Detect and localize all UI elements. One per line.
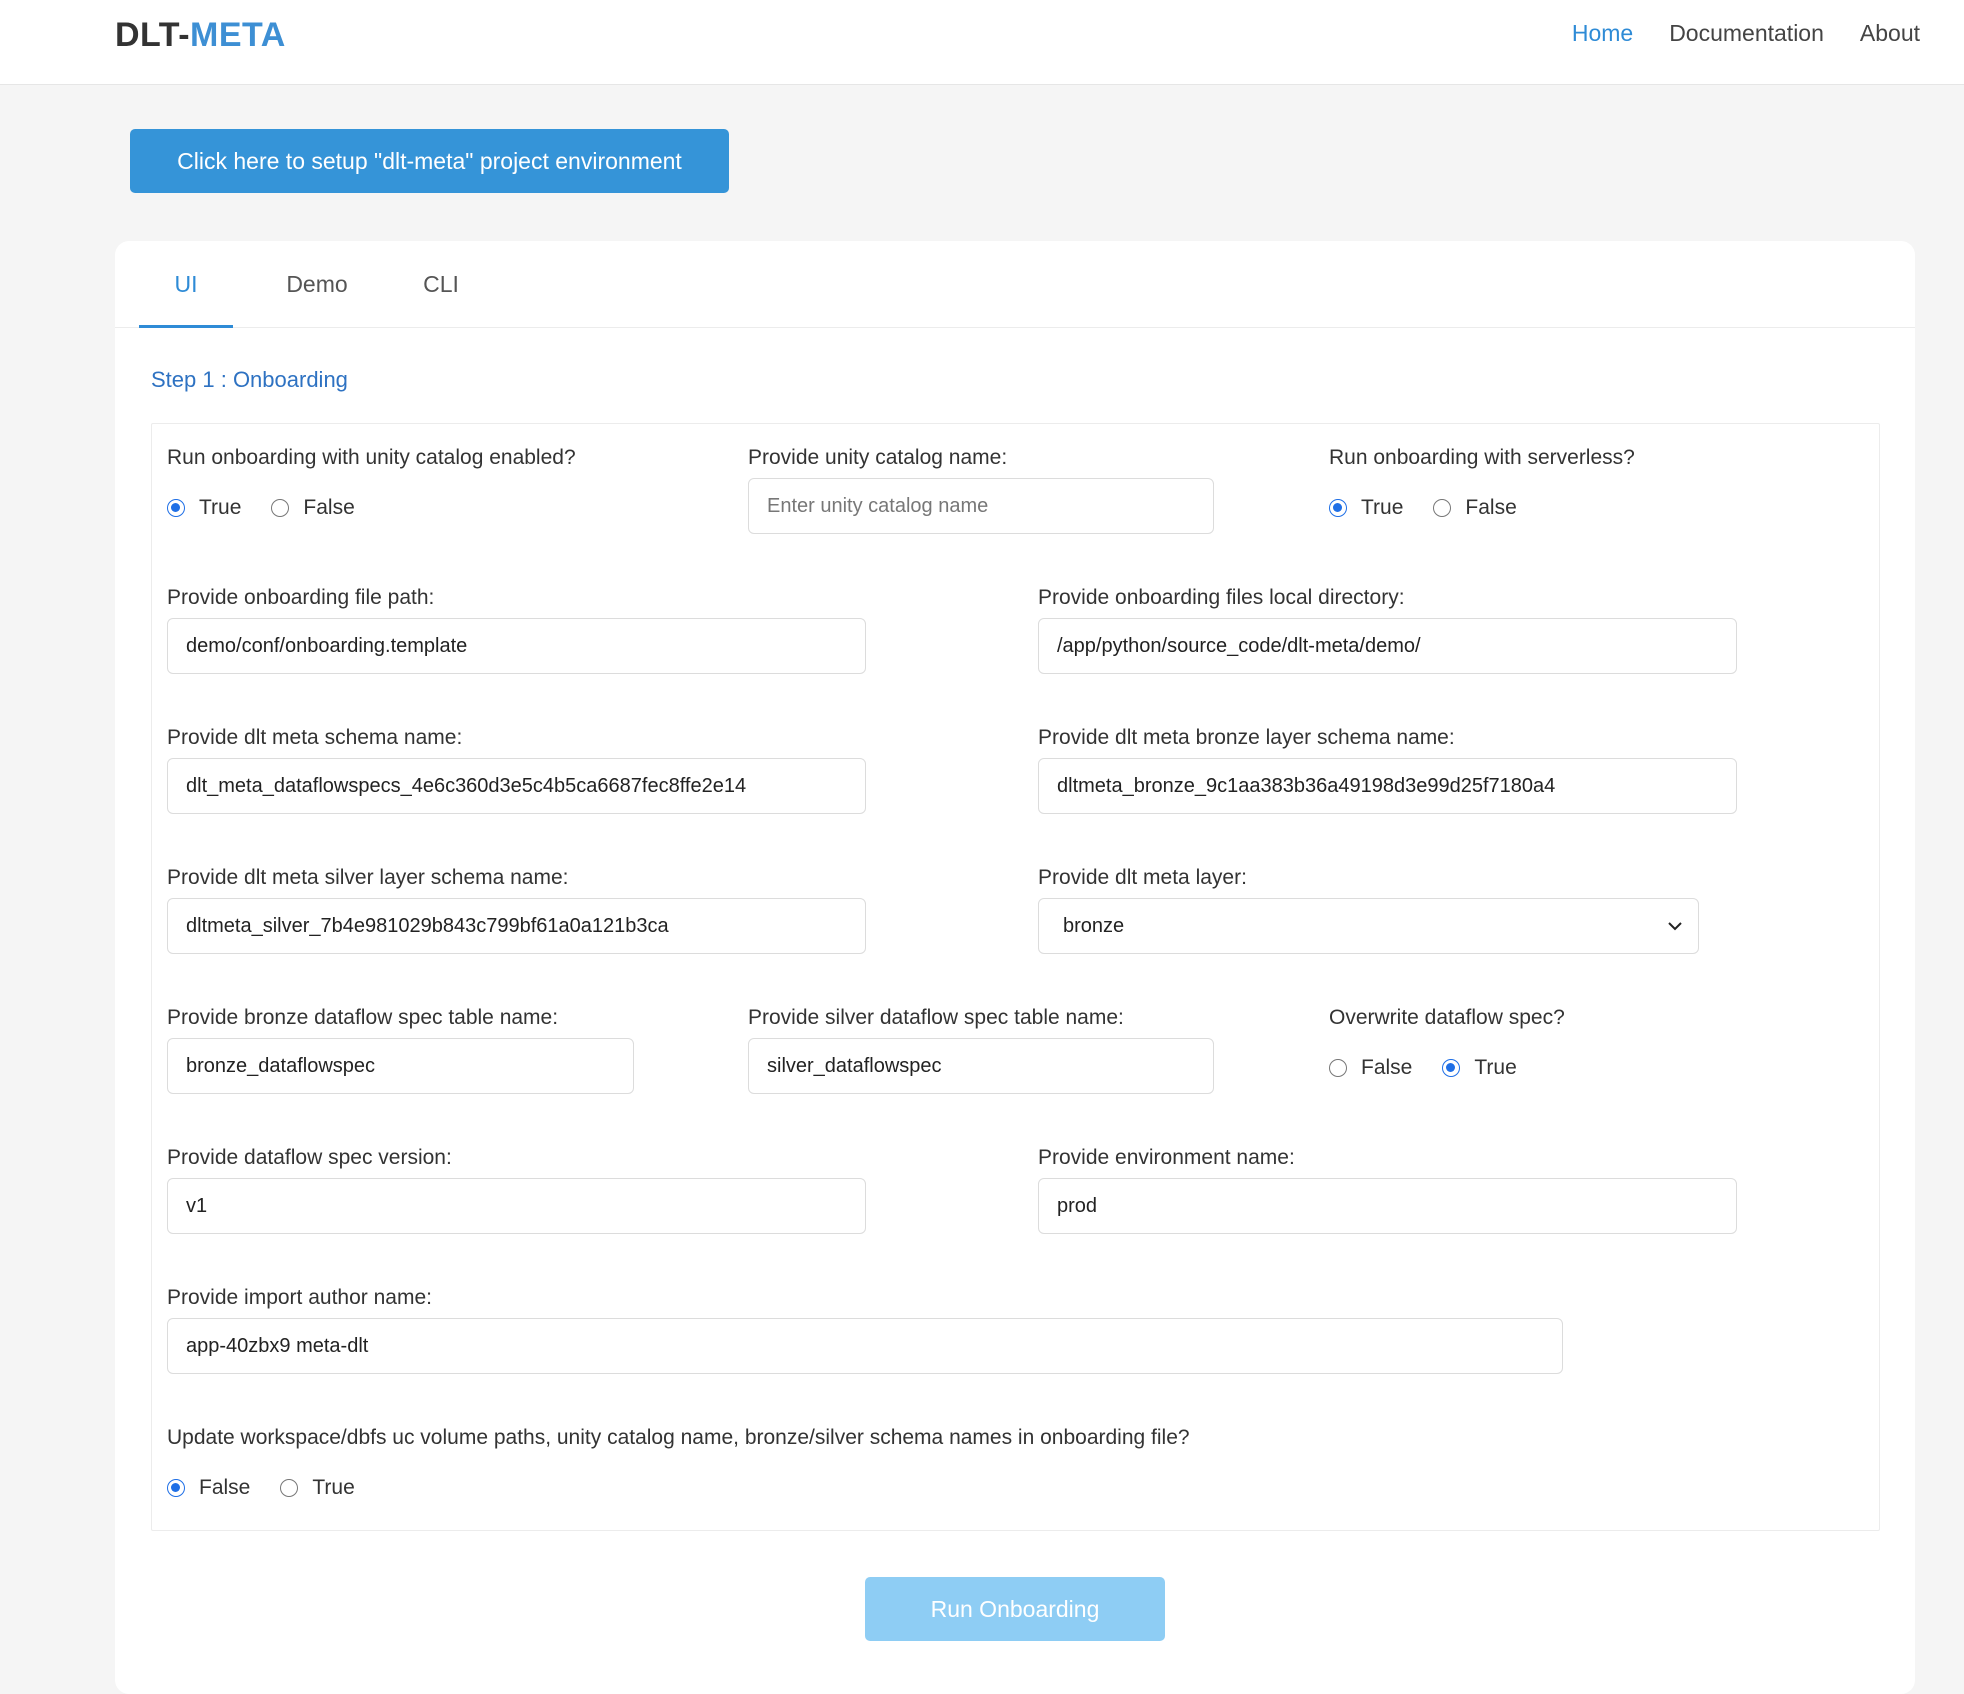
run-onboarding-button[interactable]: Run Onboarding [865, 1577, 1165, 1641]
nav-links: Home Documentation About [1572, 20, 1920, 47]
tab-demo[interactable]: Demo [247, 241, 387, 328]
author-input[interactable] [167, 1318, 1563, 1374]
uc-enabled-true-option[interactable]: True [167, 496, 241, 520]
radio-label: False [1361, 1056, 1413, 1079]
setup-environment-button[interactable]: Click here to setup "dlt-meta" project e… [130, 129, 729, 193]
overwrite-radio-group: False True [1329, 1056, 1547, 1080]
env-name-input[interactable] [1038, 1178, 1737, 1234]
tab-bar: UI Demo CLI [115, 241, 1915, 328]
update-paths-radio-group: False True [167, 1476, 385, 1500]
uc-enabled-radio-group: True False [167, 496, 385, 520]
bronze-schema-input[interactable] [1038, 758, 1737, 814]
onboarding-file-path-label: Provide onboarding file path: [167, 586, 435, 609]
radio-unselected-icon[interactable] [280, 1479, 299, 1497]
tab-ui[interactable]: UI [139, 241, 233, 328]
local-directory-input[interactable] [1038, 618, 1737, 674]
update-paths-label: Update workspace/dbfs uc volume paths, u… [167, 1426, 1190, 1449]
uc-name-input[interactable] [748, 478, 1214, 534]
chevron-down-icon [1668, 922, 1682, 931]
radio-label: True [199, 496, 242, 519]
uc-enabled-false-option[interactable]: False [271, 496, 355, 520]
serverless-false-option[interactable]: False [1433, 496, 1517, 520]
author-label: Provide import author name: [167, 1286, 432, 1309]
radio-unselected-icon[interactable] [271, 499, 290, 517]
onboarding-file-path-input[interactable] [167, 618, 866, 674]
schema-name-input[interactable] [167, 758, 866, 814]
uc-enabled-label: Run onboarding with unity catalog enable… [167, 446, 576, 469]
silver-schema-label: Provide dlt meta silver layer schema nam… [167, 866, 569, 889]
layer-selected-value: bronze [1063, 915, 1125, 937]
overwrite-true-option[interactable]: True [1442, 1056, 1517, 1080]
navbar: DLT-META Home Documentation About [0, 0, 1964, 85]
silver-schema-input[interactable] [167, 898, 866, 954]
spec-version-label: Provide dataflow spec version: [167, 1146, 452, 1169]
radio-unselected-icon[interactable] [1433, 499, 1452, 517]
nav-documentation-link[interactable]: Documentation [1669, 20, 1824, 47]
radio-selected-icon[interactable] [1329, 499, 1347, 517]
bronze-table-input[interactable] [167, 1038, 634, 1094]
radio-label: True [312, 1476, 355, 1499]
radio-label: True [1474, 1056, 1517, 1079]
radio-label: False [303, 496, 355, 519]
radio-unselected-icon[interactable] [1329, 1059, 1347, 1077]
schema-name-label: Provide dlt meta schema name: [167, 726, 463, 749]
serverless-true-option[interactable]: True [1329, 496, 1403, 520]
serverless-radio-group: True False [1329, 496, 1547, 520]
radio-selected-icon[interactable] [167, 499, 185, 517]
layer-label: Provide dlt meta layer: [1038, 866, 1247, 889]
onboarding-form: Run onboarding with unity catalog enable… [151, 423, 1880, 1531]
brand-part-2: META [190, 16, 286, 54]
radio-label: False [1465, 496, 1517, 519]
spec-version-input[interactable] [167, 1178, 866, 1234]
silver-table-label: Provide silver dataflow spec table name: [748, 1006, 1124, 1029]
local-directory-label: Provide onboarding files local directory… [1038, 586, 1405, 609]
bronze-table-label: Provide bronze dataflow spec table name: [167, 1006, 559, 1029]
nav-about-link[interactable]: About [1860, 20, 1920, 47]
update-paths-false-option[interactable]: False [167, 1476, 250, 1500]
bronze-schema-label: Provide dlt meta bronze layer schema nam… [1038, 726, 1455, 749]
radio-selected-icon[interactable] [167, 1479, 185, 1497]
silver-table-input[interactable] [748, 1038, 1214, 1094]
serverless-label: Run onboarding with serverless? [1329, 446, 1635, 469]
tab-cli[interactable]: CLI [387, 241, 495, 328]
update-paths-true-option[interactable]: True [280, 1476, 355, 1500]
radio-selected-icon[interactable] [1442, 1059, 1461, 1077]
env-name-label: Provide environment name: [1038, 1146, 1295, 1169]
main-card: UI Demo CLI Step 1 : Onboarding Run onbo… [115, 241, 1915, 1694]
overwrite-false-option[interactable]: False [1329, 1056, 1412, 1080]
nav-home-link[interactable]: Home [1572, 20, 1633, 47]
overwrite-label: Overwrite dataflow spec? [1329, 1006, 1565, 1029]
radio-label: False [199, 1476, 251, 1499]
brand-part-1: DLT- [115, 16, 191, 54]
radio-label: True [1361, 496, 1404, 519]
layer-select[interactable]: bronze [1038, 898, 1699, 954]
step-title: Step 1 : Onboarding [151, 367, 348, 392]
uc-name-label: Provide unity catalog name: [748, 446, 1008, 469]
brand-logo[interactable]: DLT-META [115, 16, 286, 55]
